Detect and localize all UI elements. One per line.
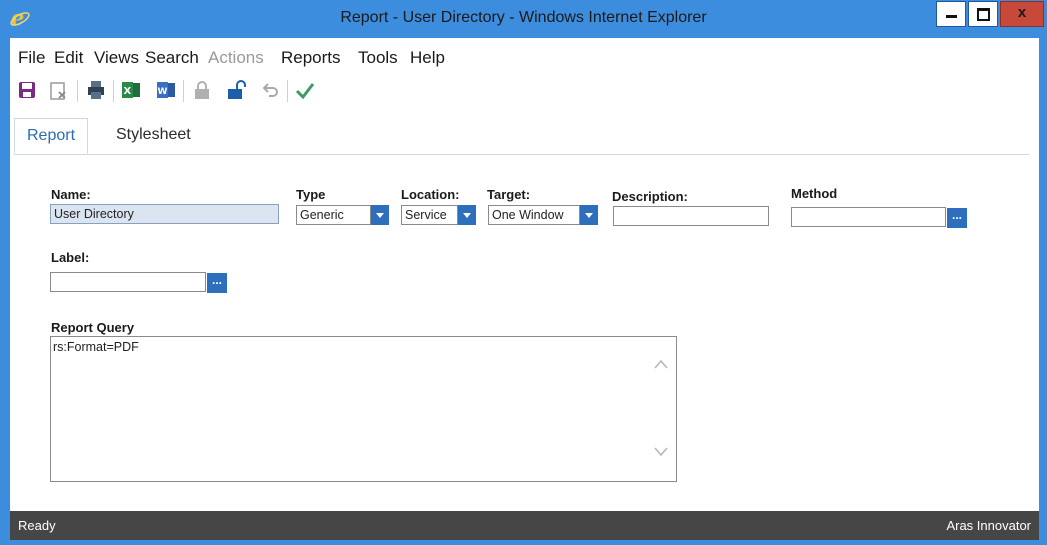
chevron-down-icon[interactable] [371, 205, 389, 225]
description-label: Description: [612, 189, 688, 204]
close-button[interactable]: x [1000, 1, 1044, 27]
toolbar-separator [183, 80, 184, 102]
type-label: Type [296, 187, 326, 202]
report-query-text: rs:Format=PDF [53, 340, 139, 354]
excel-icon[interactable]: X [120, 79, 142, 101]
toolbar-separator [77, 80, 78, 102]
menu-edit[interactable]: Edit [54, 48, 83, 68]
report-query-textarea[interactable]: rs:Format=PDF [50, 336, 677, 482]
window-title: Report - User Directory - Windows Intern… [340, 9, 707, 26]
client-area: File Edit Views Search Actions Reports T… [10, 38, 1039, 511]
scroll-down-icon[interactable] [654, 447, 668, 457]
maximize-button[interactable] [968, 1, 998, 27]
status-bar: Ready Aras Innovator [10, 511, 1039, 540]
svg-text:W: W [158, 87, 168, 97]
menu-actions[interactable]: Actions [208, 48, 264, 68]
method-field[interactable] [791, 207, 946, 227]
toolbar: X W [10, 74, 1039, 108]
save-icon[interactable] [16, 79, 38, 101]
menu-reports[interactable]: Reports [281, 48, 341, 68]
word-icon[interactable]: W [155, 79, 177, 101]
unlock-icon[interactable] [226, 79, 248, 101]
menu-views[interactable]: Views [94, 48, 139, 68]
tab-report[interactable]: Report [14, 118, 89, 154]
target-label: Target: [487, 187, 531, 202]
svg-text:X: X [124, 86, 132, 97]
description-field[interactable] [613, 206, 769, 226]
done-icon[interactable] [294, 79, 316, 101]
tab-stylesheet[interactable]: Stylesheet [104, 118, 203, 154]
undo-icon[interactable] [259, 79, 281, 101]
lock-icon[interactable] [191, 79, 213, 101]
location-label: Location: [401, 187, 460, 202]
toolbar-separator [113, 80, 114, 102]
chevron-down-icon[interactable] [580, 205, 598, 225]
method-label: Method [791, 186, 838, 201]
label-browse-button[interactable]: ... [207, 273, 227, 293]
menu-help[interactable]: Help [410, 48, 445, 68]
scroll-up-icon[interactable] [654, 359, 668, 369]
location-select[interactable]: Service [401, 205, 458, 225]
chevron-down-icon[interactable] [458, 205, 476, 225]
tab-bar: Report Stylesheet [14, 118, 1029, 155]
print-icon[interactable] [85, 79, 107, 101]
label-field[interactable] [50, 272, 206, 292]
toolbar-separator [287, 80, 288, 102]
report-query-label: Report Query [51, 320, 135, 335]
browser-window: e Report - User Directory - Windows Inte… [0, 0, 1047, 545]
menu-file[interactable]: File [18, 48, 45, 68]
menu-bar: File Edit Views Search Actions Reports T… [10, 38, 1039, 74]
label-label: Label: [51, 250, 90, 265]
menu-search[interactable]: Search [145, 48, 199, 68]
menu-tools[interactable]: Tools [358, 48, 398, 68]
type-select[interactable]: Generic [296, 205, 371, 225]
discard-icon[interactable] [48, 79, 70, 101]
close-icon: x [1017, 4, 1027, 21]
target-select[interactable]: One Window [488, 205, 580, 225]
name-label: Name: [51, 187, 91, 202]
status-text: Ready [18, 518, 56, 533]
method-browse-button[interactable]: ... [947, 208, 967, 228]
title-bar[interactable]: e Report - User Directory - Windows Inte… [0, 0, 1047, 38]
minimize-button[interactable] [936, 1, 966, 27]
app-name: Aras Innovator [946, 518, 1031, 533]
name-field[interactable]: User Directory [50, 204, 279, 224]
